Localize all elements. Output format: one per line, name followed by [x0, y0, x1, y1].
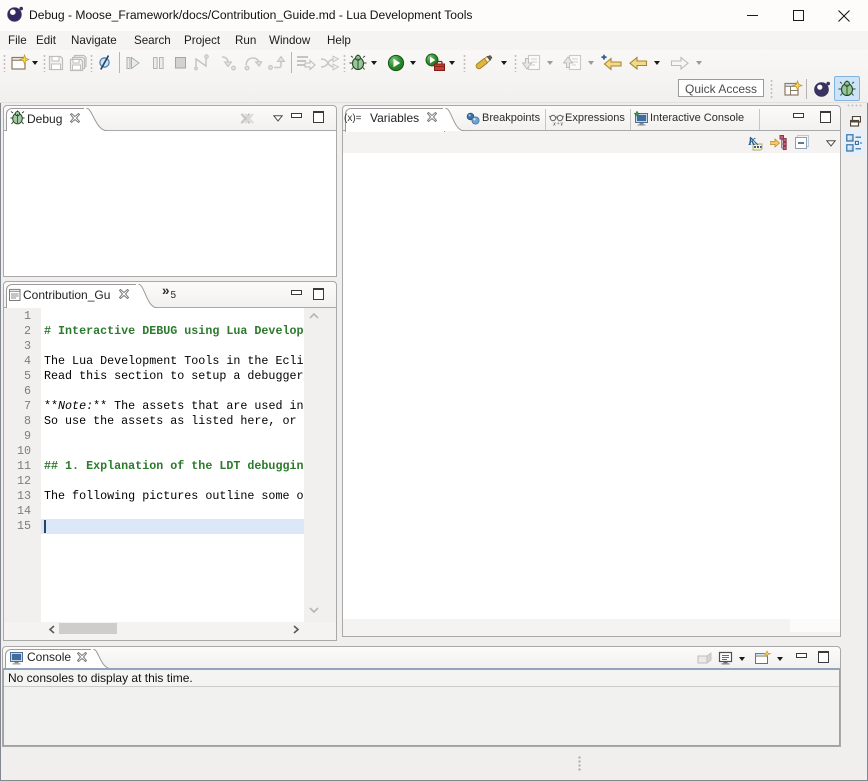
svg-text:x+y: x+y	[552, 121, 563, 127]
